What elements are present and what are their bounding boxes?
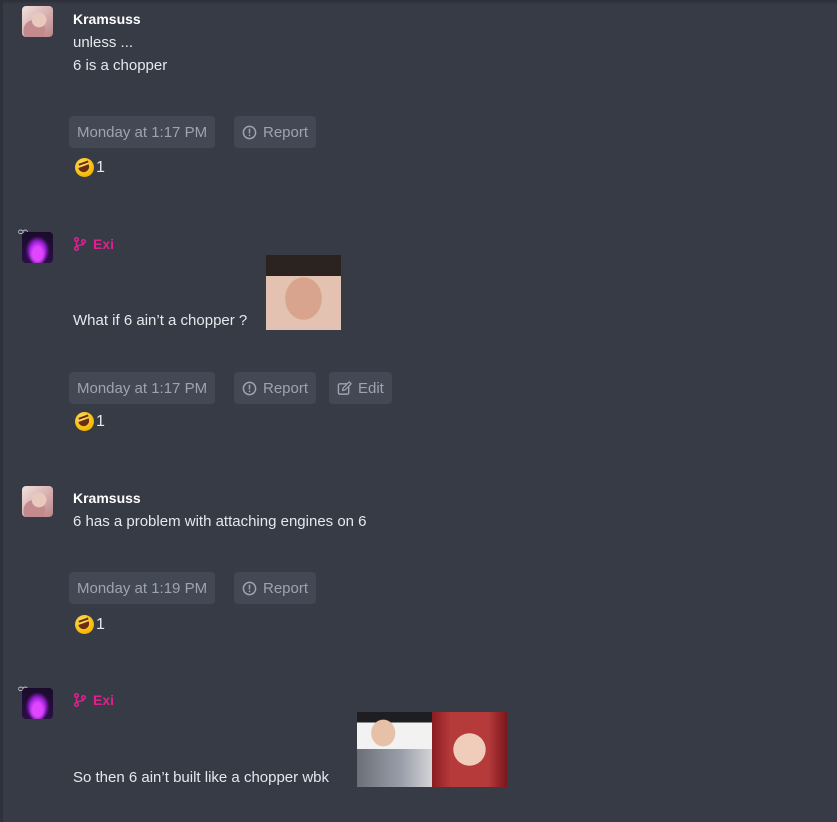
reaction-count: 1	[96, 158, 105, 176]
reaction-button[interactable]: 1	[75, 412, 105, 431]
username-exi[interactable]: Exi	[73, 692, 114, 708]
reaction-button[interactable]: 1	[75, 615, 105, 634]
edit-button[interactable]: Edit	[329, 372, 392, 404]
branch-icon	[73, 237, 87, 251]
username-exi-label: Exi	[93, 692, 115, 708]
username-exi[interactable]: Exi	[73, 236, 114, 252]
rofl-emoji-icon	[75, 412, 94, 431]
reaction-image-laughing-girl[interactable]	[432, 712, 507, 787]
left-edge-divider	[0, 0, 3, 822]
message-line: unless ...	[73, 34, 134, 51]
reaction-image-face[interactable]	[266, 255, 341, 330]
branch-icon	[73, 693, 87, 707]
reaction-button[interactable]: 1	[75, 158, 105, 177]
report-label: Report	[263, 123, 309, 141]
timestamp-label: Monday at 1:19 PM	[77, 579, 208, 597]
message-line: So then 6 ain’t built like a chopper wbk	[73, 769, 329, 786]
edit-icon	[337, 380, 352, 395]
reaction-count: 1	[96, 412, 105, 430]
edit-label: Edit	[358, 379, 384, 397]
report-icon	[242, 581, 257, 595]
rofl-emoji-icon	[75, 158, 94, 177]
report-label: Report	[263, 579, 309, 597]
rofl-emoji-icon	[75, 615, 94, 634]
report-icon	[242, 381, 257, 395]
top-shadow	[0, 0, 837, 4]
reaction-count: 1	[96, 615, 105, 633]
username-exi-label: Exi	[93, 236, 115, 252]
timestamp-button[interactable]: Monday at 1:17 PM	[69, 116, 216, 148]
message-line: 6 is a chopper	[73, 57, 168, 74]
message-line: 6 has a problem with attaching engines o…	[73, 513, 367, 530]
avatar-exi[interactable]	[22, 688, 53, 719]
message-line: What if 6 ain’t a chopper ?	[73, 312, 248, 329]
timestamp-label: Monday at 1:17 PM	[77, 379, 208, 397]
report-button[interactable]: Report	[234, 372, 317, 404]
avatar-kramsuss[interactable]	[22, 6, 53, 37]
avatar-kramsuss[interactable]	[22, 486, 53, 517]
report-button[interactable]: Report	[234, 572, 317, 604]
reaction-image-pointing-boy[interactable]	[357, 712, 432, 787]
avatar-exi[interactable]	[22, 232, 53, 263]
report-icon	[242, 125, 257, 139]
username-kramsuss[interactable]: Kramsuss	[73, 490, 141, 506]
timestamp-button[interactable]: Monday at 1:19 PM	[69, 572, 216, 604]
timestamp-button[interactable]: Monday at 1:17 PM	[69, 372, 216, 404]
timestamp-label: Monday at 1:17 PM	[77, 123, 208, 141]
username-kramsuss[interactable]: Kramsuss	[73, 11, 141, 27]
report-label: Report	[263, 379, 309, 397]
report-button[interactable]: Report	[234, 116, 317, 148]
